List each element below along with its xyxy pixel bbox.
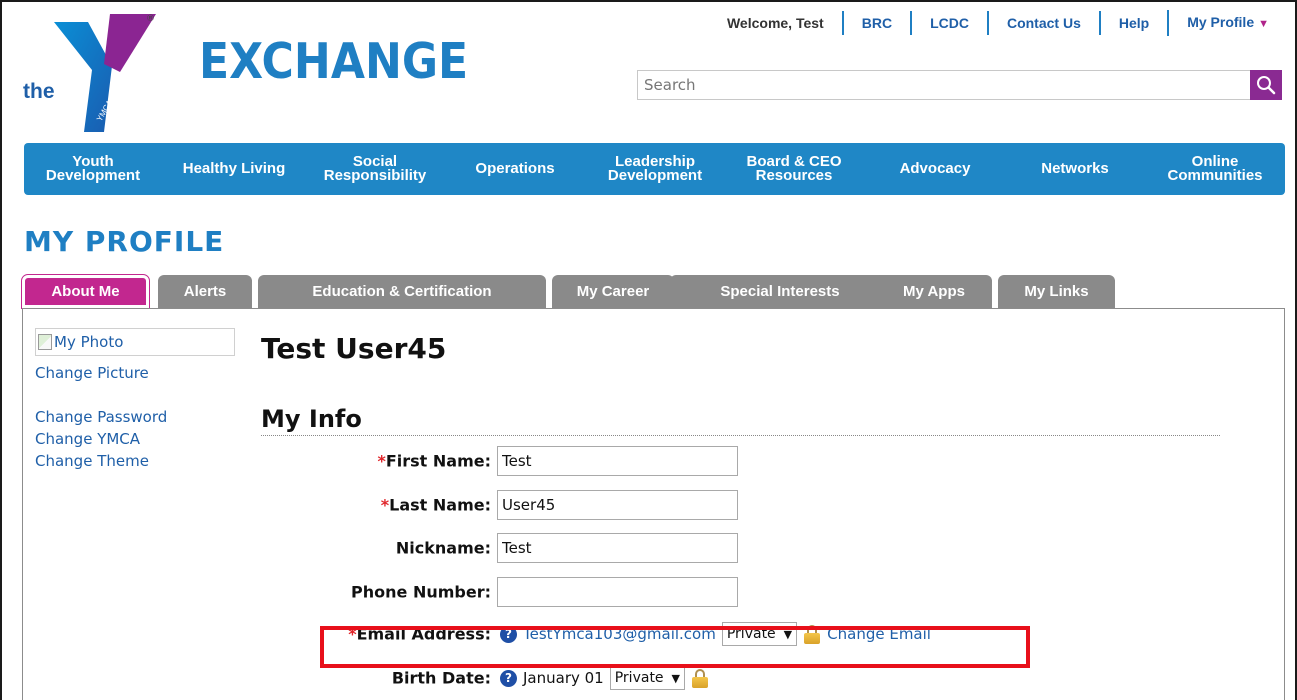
- nickname-label-text: Nickname: [395, 538, 485, 558]
- top-links: Welcome, Test BRC LCDC Contact Us Help M…: [727, 10, 1277, 36]
- registered-mark: ®: [146, 14, 155, 24]
- my-info-heading: My Info: [261, 405, 1220, 436]
- birth-date-label-text: Birth Date: [391, 668, 485, 688]
- nickname-label: Nickname:: [396, 539, 491, 558]
- nickname-field[interactable]: [497, 533, 738, 563]
- link-brc[interactable]: BRC: [841, 11, 910, 35]
- search-icon: [1257, 76, 1276, 95]
- broken-image-icon: [38, 334, 52, 350]
- birth-date-label: Birth Date:: [392, 669, 491, 688]
- welcome-text: Welcome, Test: [726, 15, 824, 31]
- phone-number-field[interactable]: [497, 577, 738, 607]
- last-name-label-text: Last Name: [389, 495, 485, 515]
- first-name-row: *First Name:: [0, 446, 491, 476]
- my-profile-label: My Profile: [1187, 14, 1255, 30]
- birth-privacy-select[interactable]: Private ▼: [609, 666, 686, 690]
- birth-date-value: January 01: [523, 669, 604, 687]
- nav-operations[interactable]: Operations: [475, 161, 554, 176]
- my-profile-menu[interactable]: My Profile ▼: [1167, 10, 1277, 36]
- tab-special-interests[interactable]: Special Interests: [670, 275, 890, 308]
- nav-online-communities[interactable]: Online Communities: [1167, 154, 1262, 183]
- phone-label: Phone Number:: [351, 583, 491, 602]
- nav-youth-development[interactable]: Youth Development: [46, 154, 140, 183]
- ymca-y-logo-icon: YMCA: [54, 14, 156, 132]
- nav-healthy-living[interactable]: Healthy Living: [183, 161, 286, 176]
- nav-leadership-development[interactable]: Leadership Development: [608, 154, 702, 183]
- change-picture-link[interactable]: Change Picture: [35, 364, 149, 382]
- lock-icon: [691, 668, 709, 688]
- photo-alt-text: My Photo: [54, 333, 124, 351]
- tab-my-apps[interactable]: My Apps: [876, 275, 992, 308]
- help-icon[interactable]: ?: [500, 669, 517, 687]
- main-nav: Youth Development Healthy Living Social …: [24, 143, 1285, 195]
- logo-the-text: the: [23, 80, 55, 103]
- first-name-label: *First Name:: [377, 452, 491, 471]
- first-name-field[interactable]: [497, 446, 738, 476]
- last-name-row: *Last Name:: [0, 490, 491, 520]
- chevron-down-icon: ▼: [1258, 18, 1269, 30]
- nav-social-responsibility[interactable]: Social Responsibility: [324, 154, 427, 183]
- tab-my-links[interactable]: My Links: [998, 275, 1115, 308]
- user-name-heading: Test User45: [261, 332, 447, 365]
- link-help[interactable]: Help: [1098, 11, 1167, 35]
- phone-row: Phone Number:: [0, 577, 491, 607]
- nav-board-ceo-resources[interactable]: Board & CEO Resources: [746, 154, 841, 183]
- nav-advocacy[interactable]: Advocacy: [900, 161, 971, 176]
- colon: :: [484, 538, 491, 558]
- page-title: MY PROFILE: [24, 225, 225, 258]
- colon: :: [484, 668, 491, 688]
- exchange-logo-text: EXCHANGE: [199, 33, 469, 90]
- tab-about-me[interactable]: About Me: [21, 274, 150, 309]
- phone-label-text: Phone Number: [351, 582, 485, 602]
- tab-alerts[interactable]: Alerts: [158, 275, 252, 308]
- search-button[interactable]: [1250, 70, 1282, 100]
- link-lcdc[interactable]: LCDC: [910, 11, 987, 35]
- nickname-row: Nickname:: [0, 533, 491, 563]
- tab-my-career[interactable]: My Career: [552, 275, 674, 308]
- last-name-field[interactable]: [497, 490, 738, 520]
- search-bar: [637, 70, 1282, 100]
- dropdown-arrow-icon: ▼: [671, 671, 681, 685]
- tab-education-certification[interactable]: Education & Certification: [258, 275, 546, 308]
- profile-photo: My Photo: [35, 328, 235, 356]
- birth-privacy-value: Private: [614, 670, 664, 686]
- link-contact-us[interactable]: Contact Us: [986, 11, 1099, 35]
- nav-networks[interactable]: Networks: [1041, 161, 1109, 176]
- colon: :: [484, 495, 491, 515]
- search-input[interactable]: [638, 71, 1238, 99]
- colon: :: [484, 451, 491, 471]
- change-password-link[interactable]: Change Password: [35, 408, 167, 426]
- birth-date-value-group: ? January 01 Private ▼: [500, 666, 715, 690]
- colon: :: [484, 582, 491, 602]
- first-name-label-text: First Name: [385, 451, 485, 471]
- last-name-label: *Last Name:: [381, 496, 491, 515]
- email-highlight-box: [320, 626, 1030, 668]
